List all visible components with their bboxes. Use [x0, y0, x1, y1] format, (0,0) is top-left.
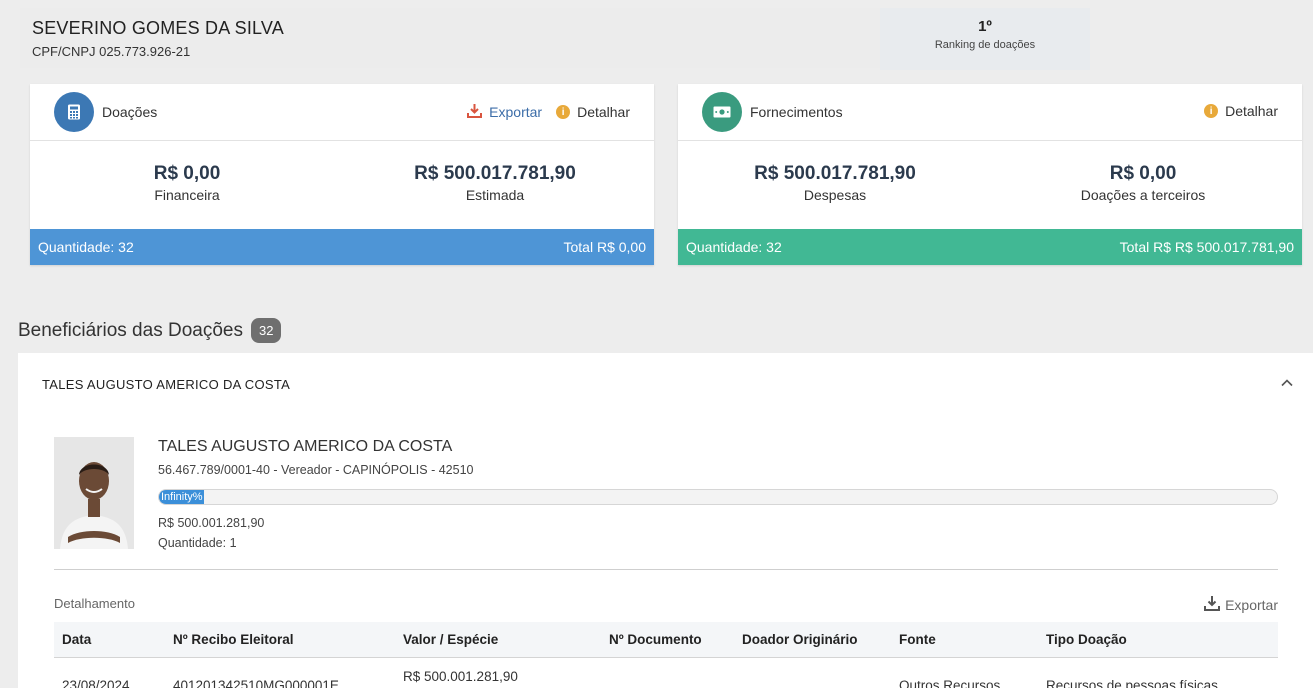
estimated-label: Estimada [465, 187, 525, 203]
supplies-card-title: Fornecimentos [750, 104, 843, 120]
cell-source: Outros Recursos [899, 678, 1001, 688]
download-icon [1204, 595, 1221, 614]
third-party-value: R$ 0,00 [1109, 163, 1177, 184]
donations-card: Doações Exportar i Detalhar R$ 0,00 Fina… [30, 84, 654, 265]
cell-value: R$ 500.001.281,90 [403, 669, 518, 684]
ranking-position: 1º [978, 18, 992, 35]
detail-donations-button[interactable]: i Detalhar [556, 104, 630, 120]
supplies-quantity: Quantidade: 32 [686, 239, 782, 255]
donor-name: SEVERINO GOMES DA SILVA [32, 18, 285, 38]
export-details-label: Exportar [1225, 596, 1278, 613]
candidate-photo [54, 437, 134, 549]
beneficiaries-count-badge: 32 [250, 318, 282, 343]
donations-card-header: Doações Exportar i Detalhar [30, 84, 654, 141]
detail-supplies-button[interactable]: i Detalhar [1204, 103, 1278, 119]
candidate-quantity: Quantidade: 1 [158, 536, 237, 550]
money-icon [702, 92, 742, 132]
donation-progress-bar: Infinity% [158, 489, 1278, 505]
estimated-stat: R$ 500.017.781,90 Estimada [345, 163, 645, 203]
beneficiaries-heading: Beneficiários das Doações 32 [18, 318, 282, 343]
export-donations-label: Exportar [489, 104, 543, 120]
candidate-info: 56.467.789/0001-40 - Vereador - CAPINÓPO… [158, 463, 474, 477]
candidate-name: TALES AUGUSTO AMERICO DA COSTA [158, 438, 453, 455]
donor-document: CPF/CNPJ 025.773.926-21 [32, 44, 191, 59]
download-icon [467, 103, 483, 121]
column-header-source[interactable]: Fonte [899, 632, 936, 647]
column-header-type[interactable]: Tipo Doação [1046, 632, 1127, 647]
supplies-total: Total R$ R$ 500.017.781,90 [1119, 239, 1294, 255]
expenses-stat: R$ 500.017.781,90 Despesas [685, 163, 985, 203]
info-icon: i [1204, 104, 1219, 118]
cell-type: Recursos de pessoas físicas [1046, 678, 1218, 688]
column-header-origin-donor[interactable]: Doador Originário [742, 632, 858, 647]
column-header-document[interactable]: Nº Documento [609, 632, 702, 647]
candidate-donation-value: R$ 500.001.281,90 [158, 516, 265, 530]
export-details-button[interactable]: Exportar [1204, 595, 1278, 614]
beneficiary-panel-title[interactable]: TALES AUGUSTO AMERICO DA COSTA [42, 377, 290, 392]
supplies-card-header: Fornecimentos i Detalhar [678, 84, 1302, 141]
export-donations-button[interactable]: Exportar [467, 103, 542, 121]
detail-supplies-label: Detalhar [1225, 103, 1278, 119]
financial-value: R$ 0,00 [153, 163, 221, 184]
ranking-box: 1º Ranking de doações [880, 8, 1090, 70]
donations-total: Total R$ 0,00 [563, 239, 647, 255]
divider [54, 569, 1278, 570]
expenses-label: Despesas [803, 187, 867, 203]
expenses-value: R$ 500.017.781,90 [754, 163, 916, 184]
calculator-icon [54, 92, 94, 132]
financial-label: Financeira [154, 187, 220, 203]
donations-card-footer: Quantidade: 32 Total R$ 0,00 [30, 229, 654, 265]
financial-stat: R$ 0,00 Financeira [37, 163, 337, 203]
donations-quantity: Quantidade: 32 [38, 239, 134, 255]
supplies-card-footer: Quantidade: 32 Total R$ R$ 500.017.781,9… [678, 229, 1302, 265]
donations-card-title: Doações [102, 104, 158, 120]
column-header-value[interactable]: Valor / Espécie [403, 632, 498, 647]
column-header-date[interactable]: Data [62, 632, 91, 647]
beneficiaries-title: Beneficiários das Doações [18, 319, 243, 341]
donor-header: SEVERINO GOMES DA SILVA CPF/CNPJ 025.773… [20, 8, 880, 68]
progress-label: Infinity% [160, 491, 204, 503]
estimated-value: R$ 500.017.781,90 [414, 163, 576, 184]
details-label: Detalhamento [54, 596, 135, 611]
third-party-label: Doações a terceiros [1080, 187, 1206, 203]
info-icon: i [556, 105, 571, 119]
third-party-stat: R$ 0,00 Doações a terceiros [993, 163, 1293, 203]
supplies-card: Fornecimentos i Detalhar R$ 500.017.781,… [678, 84, 1302, 265]
detail-donations-label: Detalhar [577, 104, 630, 120]
details-table-header: Data Nº Recibo Eleitoral Valor / Espécie… [54, 622, 1278, 658]
beneficiary-panel: TALES AUGUSTO AMERICO DA COSTA TALES AUG… [18, 353, 1313, 688]
ranking-label: Ranking de doações [934, 39, 1036, 51]
cell-date: 23/08/2024 [62, 678, 130, 688]
chevron-up-icon[interactable] [1279, 375, 1295, 391]
column-header-receipt[interactable]: Nº Recibo Eleitoral [173, 632, 293, 647]
cell-receipt: 401201342510MG000001E [173, 678, 339, 688]
